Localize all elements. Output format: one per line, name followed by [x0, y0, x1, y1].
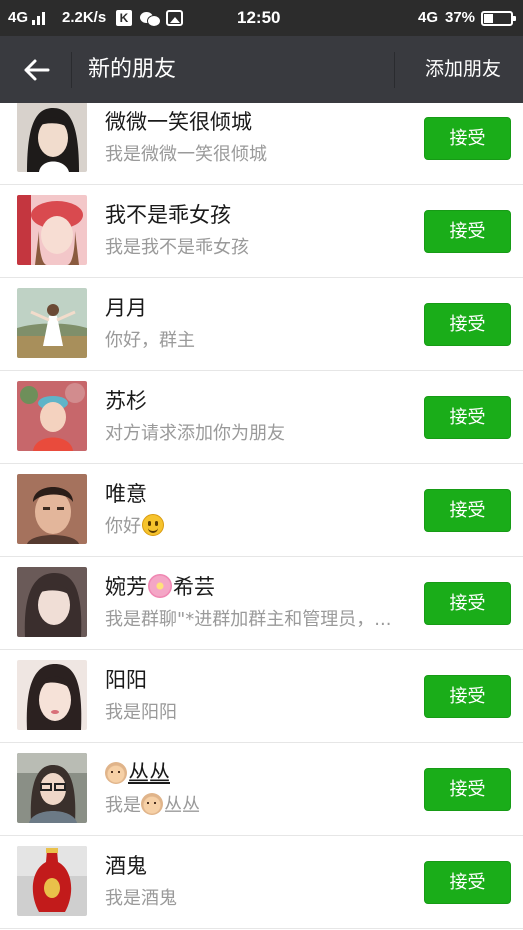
- accept-button[interactable]: 接受: [424, 768, 511, 811]
- friend-message: 我是 丛丛: [105, 793, 200, 816]
- friend-name: 我不是乖女孩: [105, 203, 231, 227]
- list-item[interactable]: 阳阳 我是阳阳 接受: [0, 650, 523, 743]
- avatar: [17, 567, 87, 637]
- friend-message: 我是酒鬼: [105, 888, 177, 909]
- accept-button[interactable]: 接受: [424, 396, 511, 439]
- list-item[interactable]: 丛丛 我是 丛丛 接受: [0, 743, 523, 836]
- signal-bars-icon: [32, 11, 46, 25]
- list-item[interactable]: 苏杉 对方请求添加你为朋友 接受: [0, 371, 523, 464]
- smile-emoji-icon: [142, 514, 164, 536]
- baby-emoji-icon: [105, 762, 127, 784]
- avatar: [17, 195, 87, 265]
- friend-message: 你好，群主: [105, 330, 195, 351]
- friend-name: 丛丛: [105, 757, 170, 787]
- header-divider: [394, 52, 395, 88]
- add-friend-button[interactable]: 添加朋友: [410, 36, 516, 103]
- friend-name: 苏杉: [105, 389, 147, 413]
- friend-name: 婉芳 希芸: [105, 574, 215, 599]
- wechat-notification-icon: [140, 0, 161, 36]
- avatar: [17, 660, 87, 730]
- friend-request-list: 微微一笑很倾城 我是微微一笑很倾城 接受 我不是乖女孩 我是我不是乖女孩 接受: [0, 103, 523, 930]
- gallery-notification-icon: [166, 0, 183, 36]
- network-speed: 2.2K/s: [62, 9, 107, 26]
- list-item[interactable]: 月月 你好，群主 接受: [0, 278, 523, 371]
- friend-message: 我是微微一笑很倾城: [105, 144, 267, 165]
- friend-name: 酒鬼: [105, 854, 147, 878]
- friend-name: 唯意: [105, 482, 147, 506]
- list-item[interactable]: 唯意 你好 接受: [0, 464, 523, 557]
- friend-message: 你好: [105, 512, 423, 538]
- accept-button[interactable]: 接受: [424, 861, 511, 904]
- signal-indicator: 4G: [8, 0, 46, 36]
- k-app-icon: K: [116, 0, 132, 36]
- list-item[interactable]: 我不是乖女孩 我是我不是乖女孩 接受: [0, 185, 523, 278]
- avatar: [17, 753, 87, 823]
- friend-name: 阳阳: [105, 668, 147, 692]
- avatar: [17, 474, 87, 544]
- friend-message: 对方请求添加你为朋友: [105, 423, 285, 444]
- list-item[interactable]: 婉芳 希芸 我是群聊"*进群加群主和管理员，... 接受: [0, 557, 523, 650]
- baby-emoji-icon: [141, 793, 163, 815]
- friend-message: 我是群聊"*进群加群主和管理员，...: [105, 609, 392, 630]
- clock: 12:50: [237, 8, 281, 27]
- list-item[interactable]: 微微一笑很倾城 我是微微一笑很倾城 接受: [0, 103, 523, 185]
- status-bar: 4G 2.2K/s K 12:50 4G 37%: [0, 0, 523, 36]
- list-item[interactable]: 酒鬼 我是酒鬼 接受: [0, 836, 523, 929]
- accept-button[interactable]: 接受: [424, 117, 511, 160]
- accept-button[interactable]: 接受: [424, 675, 511, 718]
- battery-percent: 37%: [445, 9, 476, 26]
- friend-name: 微微一笑很倾城: [105, 110, 252, 134]
- avatar: [17, 381, 87, 451]
- friend-message: 我是阳阳: [105, 702, 177, 723]
- accept-button[interactable]: 接受: [424, 489, 511, 532]
- accept-button[interactable]: 接受: [424, 210, 511, 253]
- page-title: 新的朋友: [88, 57, 177, 82]
- network-type-label: 4G: [8, 9, 29, 26]
- accept-button[interactable]: 接受: [424, 582, 511, 625]
- network-type-right: 4G: [418, 9, 439, 26]
- avatar: [17, 846, 87, 916]
- friend-message: 我是我不是乖女孩: [105, 237, 249, 258]
- avatar: [17, 103, 87, 172]
- back-button[interactable]: [14, 50, 58, 90]
- arrow-left-icon: [24, 59, 50, 81]
- cherry-blossom-emoji-icon: [148, 574, 172, 598]
- accept-button[interactable]: 接受: [424, 303, 511, 346]
- avatar: [17, 288, 87, 358]
- top-bar: 新的朋友 添加朋友: [0, 36, 523, 103]
- battery-icon: [481, 10, 517, 26]
- battery-indicator: 37%: [445, 0, 517, 36]
- header-divider: [71, 52, 72, 88]
- friend-name: 月月: [105, 296, 147, 320]
